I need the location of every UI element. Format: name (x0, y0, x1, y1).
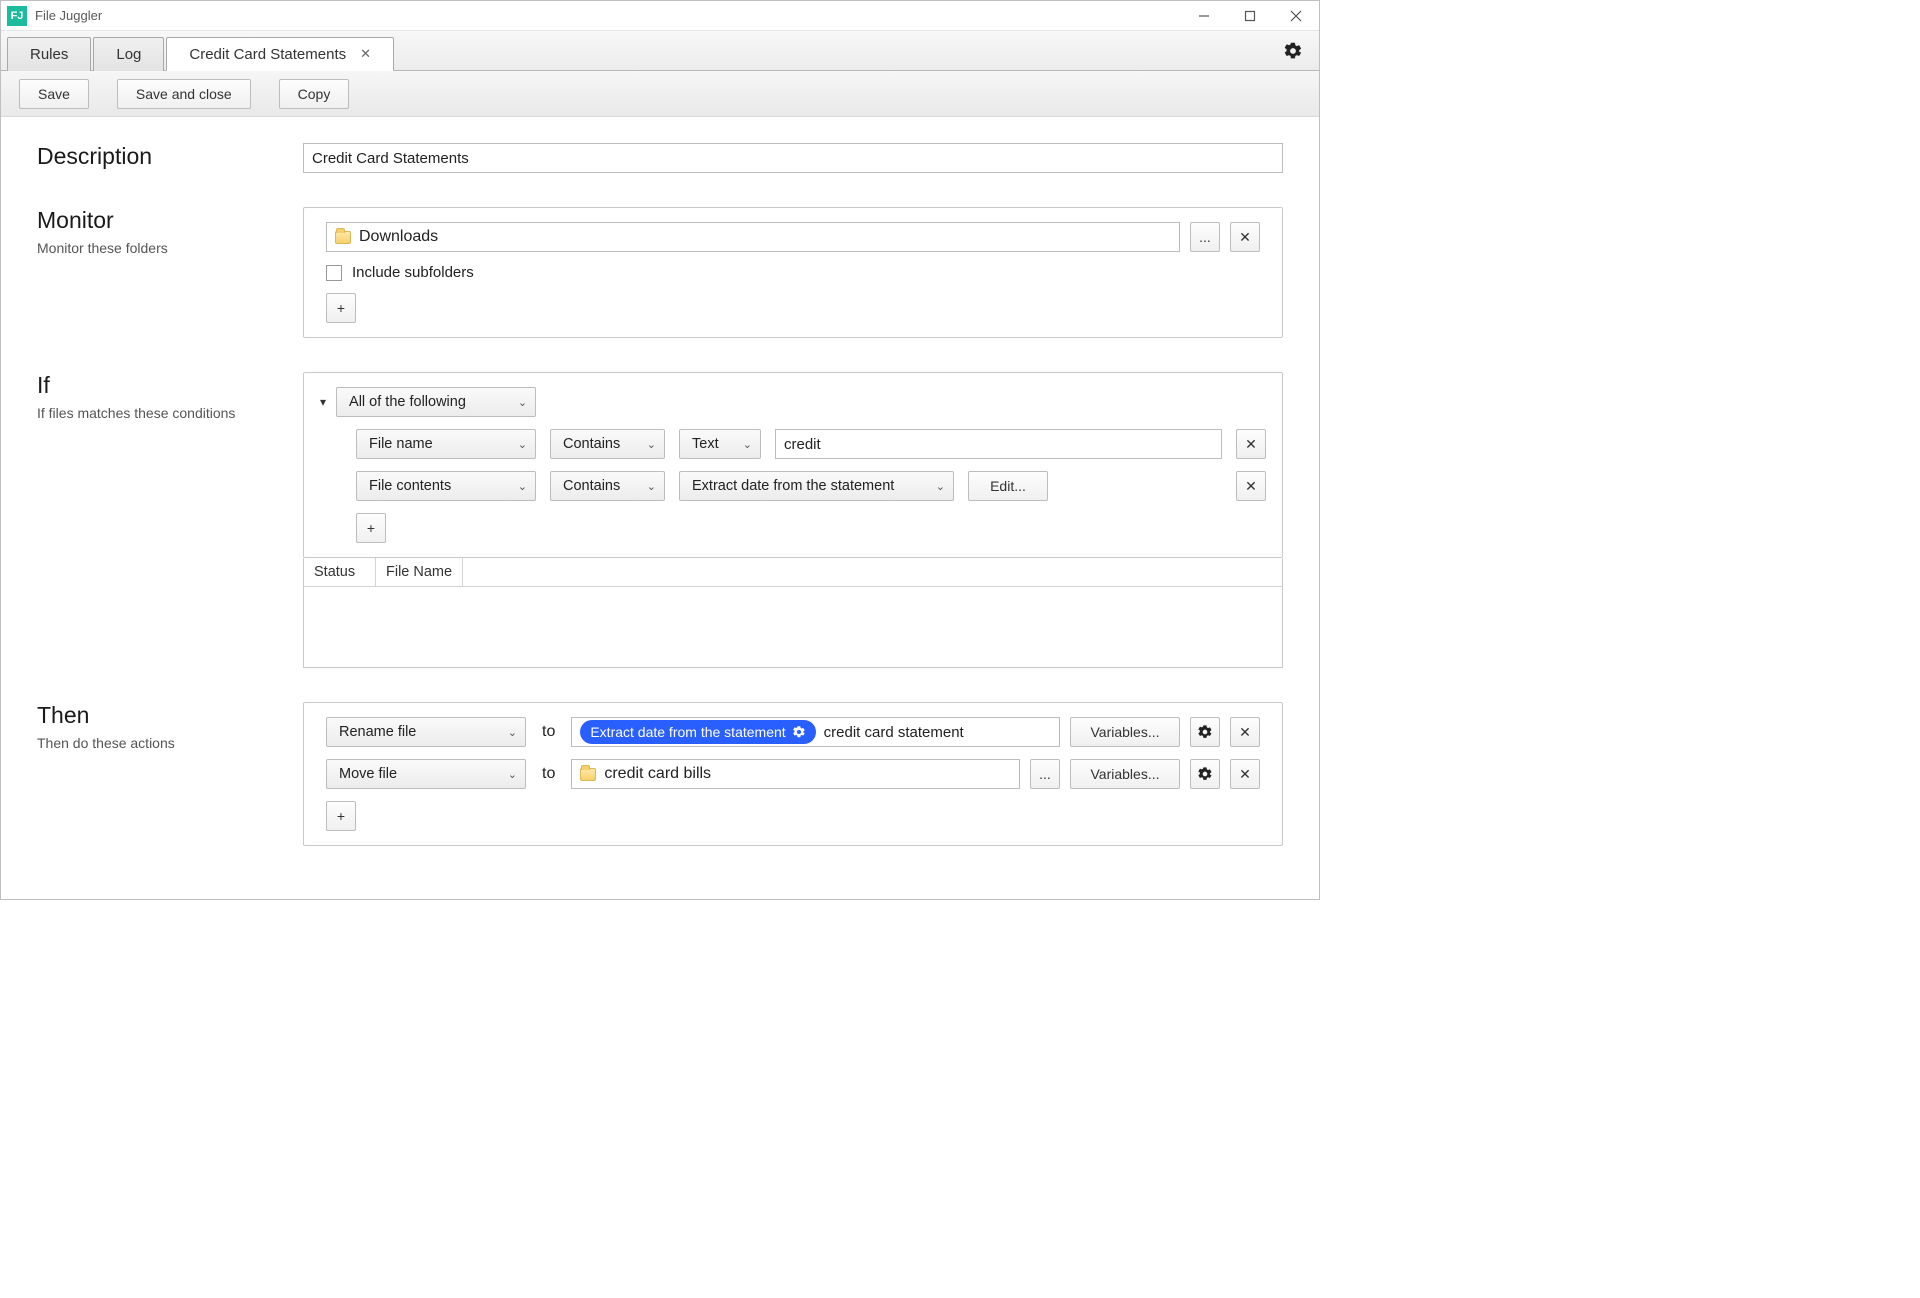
action-bar: Save Save and close Copy (1, 71, 1319, 117)
action-row: Rename file⌄ to Extract date from the st… (326, 717, 1260, 747)
monitor-folder-text: Downloads (359, 228, 438, 246)
chevron-down-icon: ⌄ (518, 396, 527, 409)
condition-field-select[interactable]: File name⌄ (356, 429, 536, 459)
condition-row: File name⌄ Contains⌄ Text⌄ ✕ (320, 429, 1266, 459)
chevron-down-icon: ⌄ (647, 438, 656, 451)
action-type-select[interactable]: Rename file⌄ (326, 717, 526, 747)
variable-token-label: Extract date from the statement (590, 724, 785, 740)
add-action-button[interactable]: + (326, 801, 356, 831)
condition-group-mode-select[interactable]: All of the following ⌄ (336, 387, 536, 417)
tab-label: Log (116, 46, 141, 63)
chevron-down-icon: ⌄ (518, 438, 527, 451)
content-area: Description Monitor Monitor these folder… (1, 117, 1319, 899)
action-row: Move file⌄ to credit card bills ... Vari… (326, 759, 1260, 789)
remove-folder-button[interactable]: ✕ (1230, 222, 1260, 252)
section-subtitle-then: Then do these actions (37, 735, 287, 751)
maximize-button[interactable] (1227, 1, 1273, 31)
monitor-folder-path[interactable]: Downloads (326, 222, 1180, 252)
browse-destination-button[interactable]: ... (1030, 759, 1060, 789)
gear-icon (1197, 766, 1213, 782)
chevron-down-icon: ⌄ (508, 768, 517, 781)
tab-label: Rules (30, 46, 68, 63)
gear-icon (1197, 724, 1213, 740)
action-settings-button[interactable] (1190, 717, 1220, 747)
condition-value-type-select[interactable]: Text⌄ (679, 429, 761, 459)
tab-rules[interactable]: Rules (7, 37, 91, 71)
action-settings-button[interactable] (1190, 759, 1220, 789)
app-icon: FJ (7, 6, 27, 26)
conditions-panel: ▾ All of the following ⌄ File name⌄ (303, 372, 1283, 558)
window-controls (1181, 1, 1319, 31)
variables-button[interactable]: Variables... (1070, 759, 1180, 789)
include-subfolders-checkbox[interactable] (326, 265, 342, 281)
tab-strip: Rules Log Credit Card Statements ✕ (1, 31, 1319, 71)
settings-button[interactable] (1281, 39, 1305, 63)
close-tab-icon[interactable]: ✕ (360, 46, 371, 62)
if-section: If If files matches these conditions ▾ A… (37, 372, 1283, 668)
tab-credit-card-statements[interactable]: Credit Card Statements ✕ (166, 37, 394, 71)
action-to-label: to (536, 723, 561, 741)
monitor-panel: Downloads ... ✕ Include subfolders + (303, 207, 1283, 338)
condition-row: File contents⌄ Contains⌄ Extract date fr… (320, 471, 1266, 501)
section-subtitle-monitor: Monitor these folders (37, 240, 287, 256)
minimize-button[interactable] (1181, 1, 1227, 31)
add-condition-button[interactable]: + (356, 513, 386, 543)
condition-operator-select[interactable]: Contains⌄ (550, 429, 665, 459)
matches-table: Status File Name (303, 558, 1283, 668)
rename-template-input[interactable]: Extract date from the statement credit c… (571, 717, 1060, 747)
move-destination-text: credit card bills (604, 765, 711, 783)
gear-icon (1283, 41, 1303, 61)
chevron-down-icon: ⌄ (936, 480, 945, 493)
chevron-down-icon: ⌄ (647, 480, 656, 493)
chevron-down-icon: ⌄ (508, 726, 517, 739)
table-header-filename[interactable]: File Name (376, 558, 463, 586)
close-window-button[interactable] (1273, 1, 1319, 31)
section-title-if: If (37, 372, 287, 399)
app-window: FJ File Juggler Rules Log Credit Card St… (0, 0, 1320, 900)
description-section: Description (37, 143, 1283, 173)
remove-action-button[interactable]: ✕ (1230, 717, 1260, 747)
variables-button[interactable]: Variables... (1070, 717, 1180, 747)
monitor-section: Monitor Monitor these folders Downloads … (37, 207, 1283, 338)
collapse-toggle-icon[interactable]: ▾ (320, 395, 326, 409)
include-subfolders-row[interactable]: Include subfolders (326, 264, 1260, 281)
section-title-description: Description (37, 143, 287, 170)
condition-value-input[interactable] (775, 429, 1222, 459)
include-subfolders-label: Include subfolders (352, 264, 474, 281)
tab-log[interactable]: Log (93, 37, 164, 71)
section-subtitle-if: If files matches these conditions (37, 405, 287, 421)
move-destination-path[interactable]: credit card bills (571, 759, 1020, 789)
remove-condition-button[interactable]: ✕ (1236, 471, 1266, 501)
section-title-monitor: Monitor (37, 207, 287, 234)
copy-button[interactable]: Copy (279, 79, 350, 109)
condition-value-type-select[interactable]: Extract date from the statement⌄ (679, 471, 954, 501)
condition-field-select[interactable]: File contents⌄ (356, 471, 536, 501)
edit-extractor-button[interactable]: Edit... (968, 471, 1048, 501)
rename-suffix-text: credit card statement (824, 724, 964, 741)
title-bar: FJ File Juggler (1, 1, 1319, 31)
add-monitor-folder-button[interactable]: + (326, 293, 356, 323)
app-title: File Juggler (35, 8, 102, 23)
then-section: Then Then do these actions Rename file⌄ … (37, 702, 1283, 846)
chevron-down-icon: ⌄ (743, 438, 752, 451)
save-button[interactable]: Save (19, 79, 89, 109)
folder-icon (580, 768, 596, 781)
tab-label: Credit Card Statements (189, 46, 346, 63)
table-header-status[interactable]: Status (304, 558, 376, 586)
browse-folder-button[interactable]: ... (1190, 222, 1220, 252)
action-to-label: to (536, 765, 561, 783)
chevron-down-icon: ⌄ (518, 480, 527, 493)
folder-icon (335, 231, 351, 244)
remove-condition-button[interactable]: ✕ (1236, 429, 1266, 459)
variable-token[interactable]: Extract date from the statement (580, 720, 815, 744)
remove-action-button[interactable]: ✕ (1230, 759, 1260, 789)
condition-group-mode-label: All of the following (349, 394, 466, 410)
actions-panel: Rename file⌄ to Extract date from the st… (303, 702, 1283, 846)
save-and-close-button[interactable]: Save and close (117, 79, 251, 109)
gear-icon (792, 725, 806, 739)
section-title-then: Then (37, 702, 287, 729)
condition-operator-select[interactable]: Contains⌄ (550, 471, 665, 501)
action-type-select[interactable]: Move file⌄ (326, 759, 526, 789)
description-input[interactable] (303, 143, 1283, 173)
